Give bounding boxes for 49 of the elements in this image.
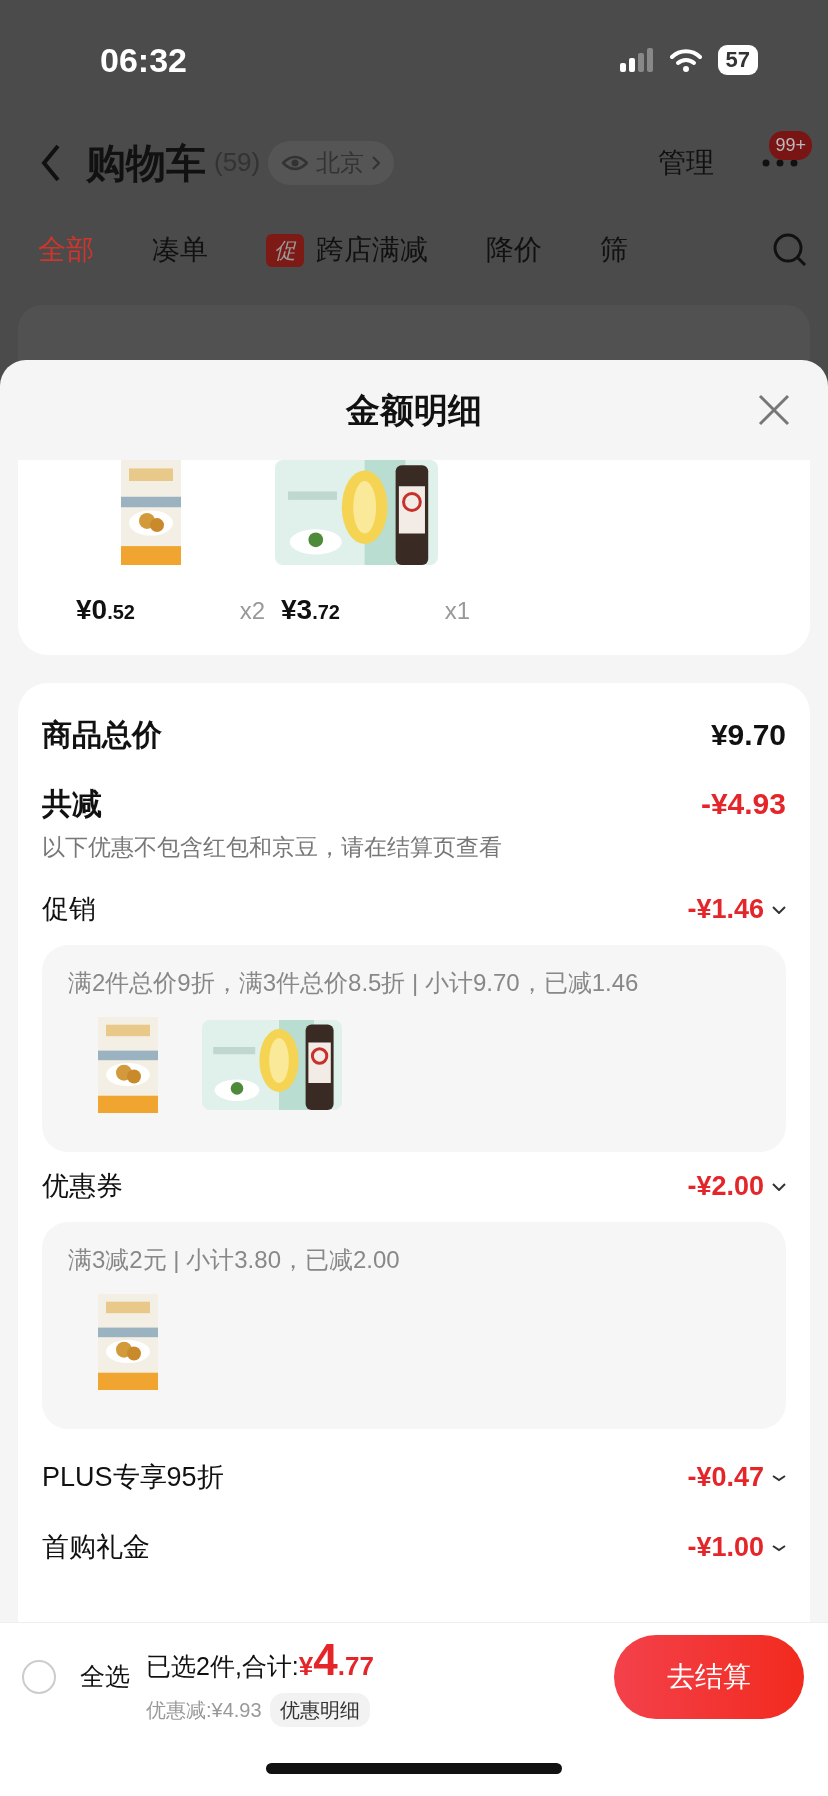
- wifi-icon: [669, 48, 702, 72]
- chevron-down-icon: [772, 1543, 786, 1552]
- discount-note: 以下优惠不包含红包和京豆，请在结算页查看: [42, 833, 503, 862]
- total-price: ¥4.77: [298, 1634, 374, 1686]
- promo-tag: 促: [266, 233, 304, 267]
- discount-toggle[interactable]: -¥2.00: [687, 1166, 786, 1207]
- item-quantity: x2: [239, 596, 265, 626]
- discount-type-label: 促销: [42, 893, 96, 927]
- total-amount: ¥9.70: [710, 716, 786, 753]
- signal-icon: [619, 48, 654, 72]
- battery-indicator: 57: [717, 45, 758, 75]
- chevron-down-icon: [772, 1182, 786, 1191]
- tab[interactable]: 凑单: [152, 229, 208, 271]
- close-icon[interactable]: [758, 394, 790, 426]
- search-icon[interactable]: [772, 232, 808, 268]
- more-icon[interactable]: [762, 158, 798, 167]
- tab[interactable]: 促 跨店满减: [266, 229, 428, 271]
- notification-badge: 99+: [769, 130, 812, 160]
- discount-detail: 满2件总价9折，满3件总价8.5折 | 小计9.70，已减1.46: [68, 967, 640, 998]
- chevron-down-icon: [772, 905, 786, 914]
- discount-toggle[interactable]: -¥1.00: [687, 1527, 786, 1568]
- eye-icon: [282, 153, 309, 172]
- discount-type-label: 首购礼金: [42, 1531, 150, 1565]
- checkout-button[interactable]: 去结算: [614, 1635, 804, 1719]
- manage-button[interactable]: 管理: [658, 141, 714, 184]
- back-icon[interactable]: [40, 142, 62, 183]
- sheet-title: 金额明细: [346, 389, 482, 431]
- savings-text: 优惠减:¥4.93: [146, 1698, 262, 1723]
- discount-detail: 满3减2元 | 小计3.80，已减2.00: [68, 1244, 401, 1275]
- select-all-label[interactable]: 全选: [80, 1658, 130, 1696]
- discount-amount: -¥4.93: [700, 786, 786, 822]
- time: 06:32: [100, 39, 187, 81]
- discount-type-label: 优惠券: [42, 1170, 123, 1204]
- tab[interactable]: 筛: [600, 229, 628, 271]
- tab[interactable]: 降价: [486, 229, 542, 271]
- total-label: 商品总价: [42, 716, 162, 753]
- selected-summary: 已选2件,合计:: [146, 1651, 299, 1682]
- page-title: 购物车: [86, 139, 206, 187]
- discount-toggle[interactable]: -¥0.47: [687, 1457, 786, 1498]
- item-price: ¥0.52: [76, 593, 135, 627]
- select-all-radio[interactable]: [22, 1660, 56, 1694]
- chevron-right-icon: [372, 155, 381, 170]
- discount-detail-button[interactable]: 优惠明细: [269, 1693, 370, 1727]
- discount-toggle[interactable]: -¥1.46: [687, 889, 786, 930]
- discount-label: 共减: [42, 786, 102, 822]
- chevron-down-icon: [772, 1473, 786, 1482]
- item-quantity: x1: [444, 596, 470, 626]
- item-price: ¥3.72: [281, 593, 340, 627]
- discount-type-label: PLUS专享95折: [42, 1461, 224, 1495]
